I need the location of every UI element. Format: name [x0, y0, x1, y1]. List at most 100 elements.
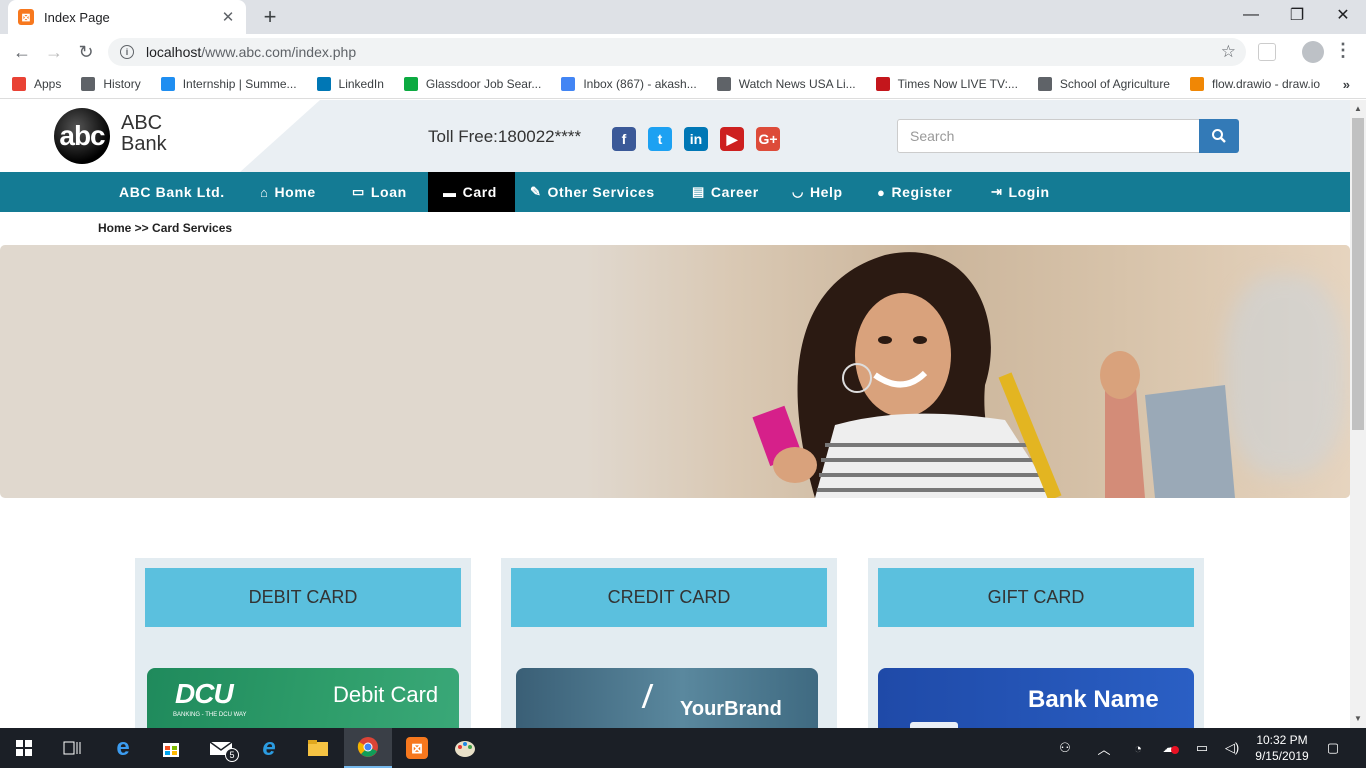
minimize-button[interactable]: —: [1228, 0, 1274, 30]
restore-button[interactable]: ❐: [1274, 0, 1320, 30]
money-icon: ▭: [352, 184, 365, 199]
system-clock[interactable]: 10:32 PM 9/15/2019: [1250, 732, 1314, 764]
file-explorer-icon[interactable]: [294, 728, 342, 768]
bookmark-item[interactable]: Apps: [12, 77, 61, 91]
battery-icon[interactable]: ▭: [1190, 728, 1214, 768]
close-window-button[interactable]: ✕: [1320, 0, 1366, 30]
bookmark-item[interactable]: Internship | Summe...: [160, 77, 297, 91]
debit-card-heading[interactable]: DEBIT CARD: [145, 568, 461, 627]
volume-icon[interactable]: ◁): [1220, 728, 1244, 768]
gift-card-image[interactable]: Bank Name: [878, 668, 1194, 728]
scroll-down-icon[interactable]: ▼: [1354, 714, 1362, 723]
mail-icon[interactable]: 5: [197, 728, 245, 768]
network-icon[interactable]: ◔: [1126, 728, 1150, 768]
new-tab-button[interactable]: +: [258, 5, 282, 29]
credit-card-heading[interactable]: CREDIT CARD: [511, 568, 827, 627]
credit-card-icon: ▬: [443, 184, 457, 200]
abc-logo-icon[interactable]: abc: [54, 108, 110, 164]
nav-home[interactable]: ⌂ Home: [245, 172, 331, 212]
start-button[interactable]: [0, 728, 48, 768]
credit-card-image[interactable]: YourBrand: [516, 668, 818, 728]
nav-career[interactable]: ▤ Career: [677, 172, 774, 212]
search-input[interactable]: Search: [897, 119, 1200, 153]
bookmark-item[interactable]: Times Now LIVE TV:...: [875, 77, 1018, 91]
task-view-icon[interactable]: [48, 728, 96, 768]
twitter-icon[interactable]: t: [648, 127, 672, 151]
internshala-icon: [160, 77, 175, 91]
card-services-banner: [0, 245, 1350, 498]
bookmark-item[interactable]: Inbox (867) - akash...: [561, 77, 697, 91]
search-button[interactable]: [1199, 119, 1239, 153]
google-icon: [561, 77, 576, 91]
bookmark-item[interactable]: flow.drawio - draw.io: [1189, 77, 1320, 91]
back-button[interactable]: ←: [10, 40, 34, 64]
bookmark-star-icon[interactable]: ☆: [1221, 42, 1236, 62]
bookmark-item[interactable]: LinkedIn: [316, 77, 384, 91]
scroll-up-icon[interactable]: ▲: [1354, 104, 1362, 113]
history-icon: [81, 77, 96, 91]
site-header: abc ABC Bank Toll Free:180022**** f t in…: [0, 100, 1350, 172]
nav-brand[interactable]: ABC Bank Ltd.: [104, 172, 240, 212]
google-plus-icon[interactable]: G+: [756, 127, 780, 151]
store-icon[interactable]: [147, 728, 195, 768]
onedrive-error-icon[interactable]: ☁: [1156, 728, 1182, 768]
bank-name[interactable]: ABC Bank: [121, 113, 167, 155]
bookmarks-bar: Apps History Internship | Summe... LinkedIn…: [0, 70, 1366, 99]
extension-icon[interactable]: [1258, 43, 1276, 61]
show-hidden-icons[interactable]: ︿: [1092, 728, 1116, 768]
bookmark-item[interactable]: School of Agriculture: [1037, 77, 1170, 91]
edge-icon[interactable]: e: [99, 728, 147, 768]
bookmark-item[interactable]: Watch News USA Li...: [716, 77, 856, 91]
profile-avatar[interactable]: [1302, 41, 1324, 63]
bird-logo-icon: [641, 684, 681, 708]
woman-with-card-photo: [585, 245, 1350, 498]
nav-help[interactable]: ◡ Help: [777, 172, 858, 212]
windows-taskbar: e 5 e ⊠ ⚇ ︿ ◔ ☁ ▭ ◁) 10:32 PM 9/15/2019 …: [0, 728, 1366, 768]
user-icon: ●: [877, 184, 886, 200]
bookmark-item[interactable]: History: [81, 77, 141, 91]
nav-other-services[interactable]: ✎ Other Services: [515, 172, 670, 212]
browser-tabbar: ⊠ Index Page ✕ + — ❐ ✕: [0, 0, 1366, 34]
facebook-icon[interactable]: f: [612, 127, 636, 151]
youtube-icon[interactable]: ▶: [720, 127, 744, 151]
site-info-icon[interactable]: i: [120, 45, 134, 59]
linkedin-icon: [316, 77, 331, 91]
debit-card-panel: DEBIT CARD DCU BANKING - THE DCU WAY Deb…: [135, 558, 471, 728]
close-tab-icon[interactable]: ✕: [220, 8, 236, 26]
mail-badge: 5: [225, 748, 239, 762]
breadcrumb: Home >> Card Services: [98, 221, 233, 235]
address-bar[interactable]: i localhost/www.abc.com/index.php ☆: [108, 38, 1246, 66]
forward-button[interactable]: →: [42, 40, 66, 64]
people-icon[interactable]: ⚇: [1052, 728, 1078, 768]
bookmark-item[interactable]: Glassdoor Job Sear...: [403, 77, 541, 91]
url-text[interactable]: localhost/www.abc.com/index.php: [146, 44, 1221, 60]
internet-explorer-icon[interactable]: e: [245, 728, 293, 768]
page-scrollbar[interactable]: ▲ ▼: [1350, 100, 1366, 728]
browser-toolbar: ← → ↻ i localhost/www.abc.com/index.php …: [0, 34, 1366, 70]
globe-icon: [716, 77, 731, 91]
nav-loan[interactable]: ▭ Loan: [337, 172, 422, 212]
browser-tab[interactable]: ⊠ Index Page ✕: [8, 0, 246, 34]
nav-login[interactable]: ⇥ Login: [976, 172, 1065, 212]
xampp-icon[interactable]: ⊠: [393, 728, 441, 768]
reload-button[interactable]: ↻: [74, 40, 98, 64]
paint-icon[interactable]: [441, 728, 489, 768]
action-center-icon[interactable]: ▢: [1320, 728, 1346, 768]
chrome-icon[interactable]: [344, 728, 392, 768]
main-navbar: ABC Bank Ltd. ⌂ Home ▭ Loan ▬ Card ✎ Other S…: [0, 172, 1350, 212]
briefcase-icon: ▤: [692, 184, 705, 199]
more-bookmarks-icon[interactable]: »: [1343, 77, 1350, 92]
apps-grid-icon: [12, 77, 26, 91]
search-icon: [1212, 129, 1226, 143]
linkedin-icon[interactable]: in: [684, 127, 708, 151]
scroll-thumb[interactable]: [1352, 118, 1364, 430]
headset-icon: ◡: [792, 184, 804, 199]
home-icon: ⌂: [260, 184, 269, 200]
browser-menu-icon[interactable]: ⋮: [1334, 40, 1352, 61]
debit-card-image[interactable]: DCU BANKING - THE DCU WAY Debit Card: [147, 668, 459, 728]
glassdoor-icon: [403, 77, 418, 91]
gift-card-heading[interactable]: GIFT CARD: [878, 568, 1194, 627]
nav-register[interactable]: ● Register: [862, 172, 967, 212]
nav-card[interactable]: ▬ Card: [428, 172, 515, 212]
drawio-icon: [1189, 77, 1204, 91]
